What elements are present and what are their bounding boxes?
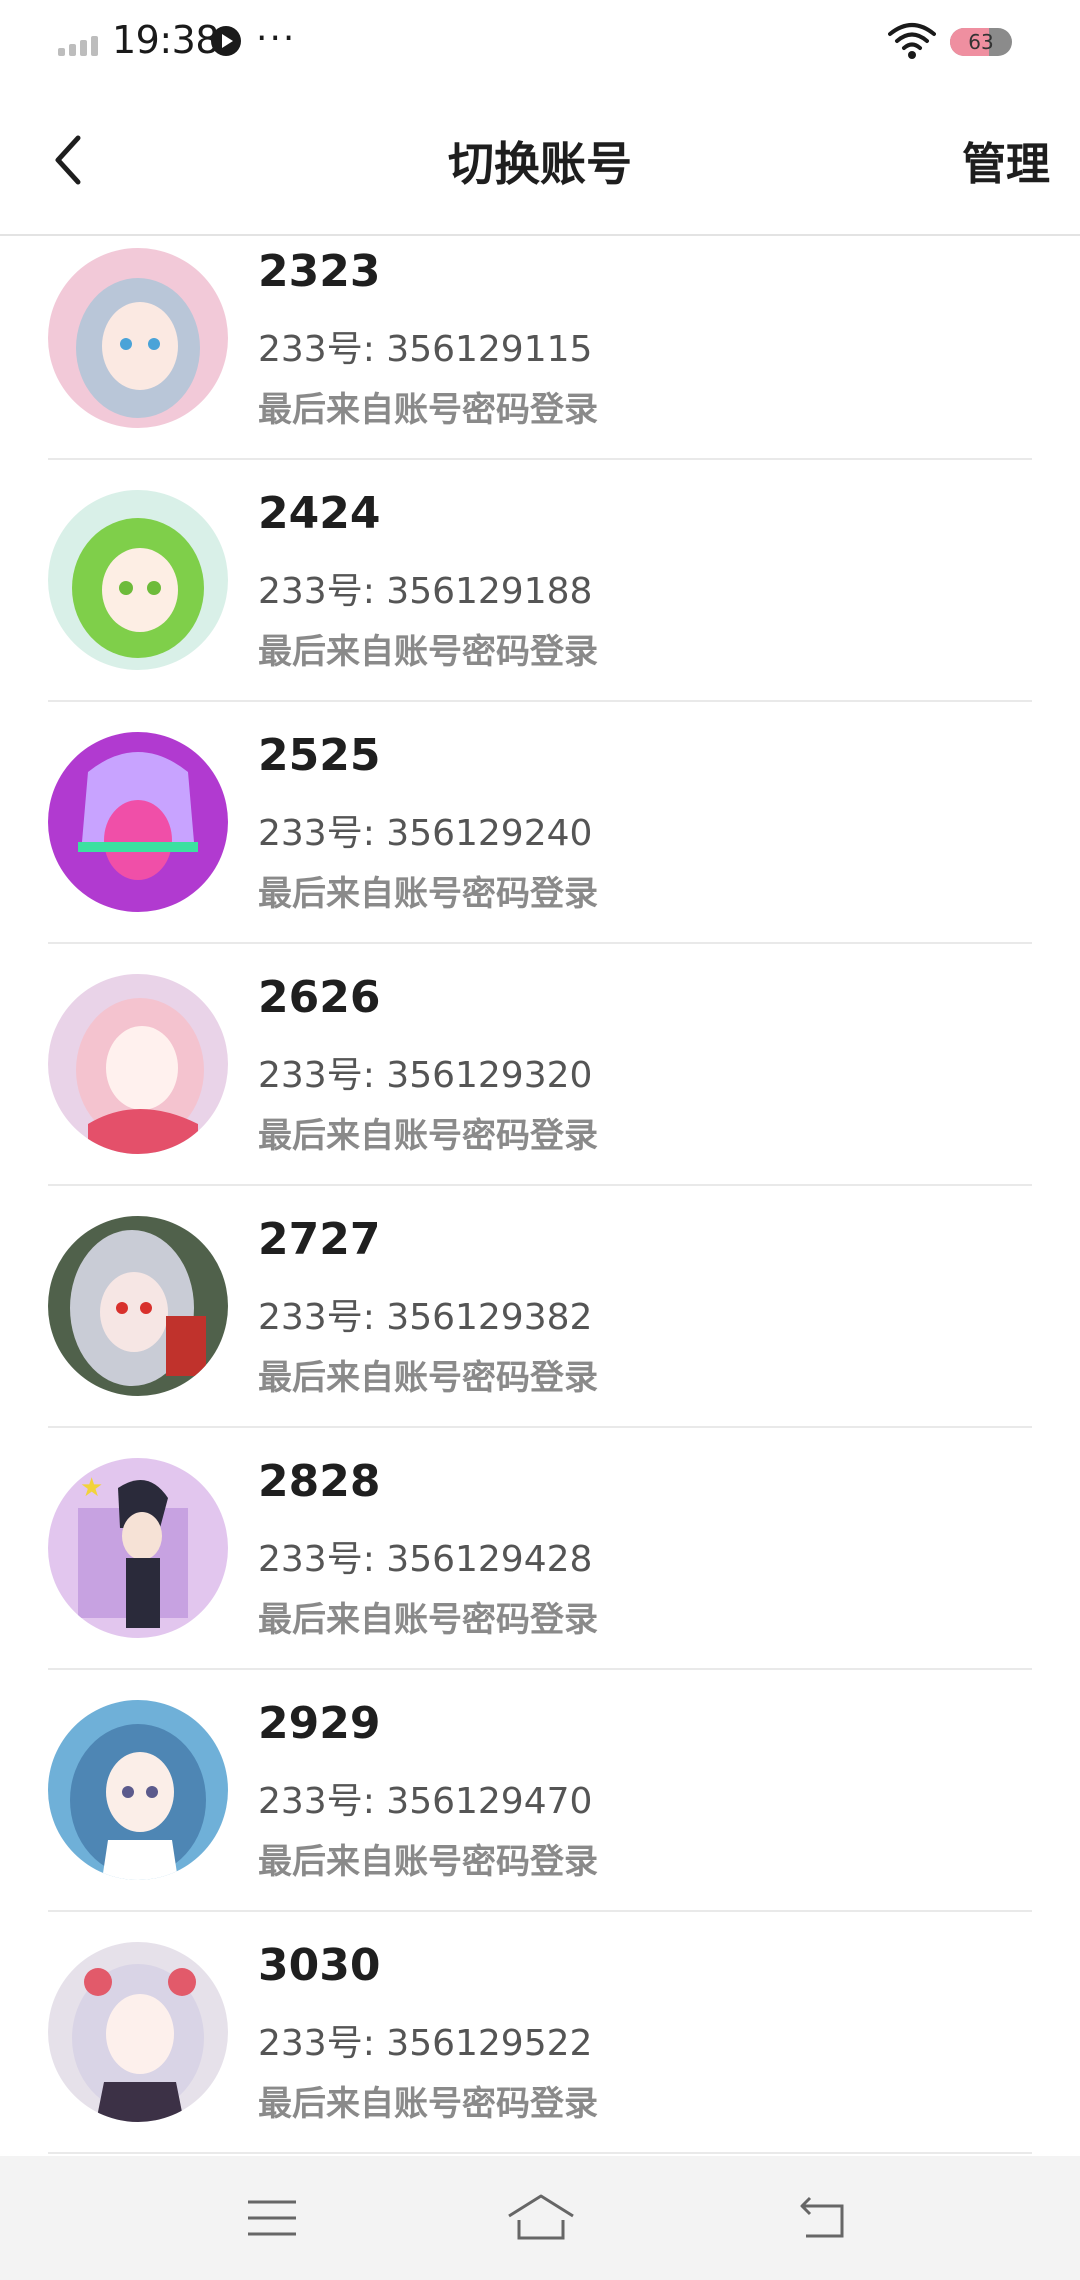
- avatar: [48, 1942, 228, 2122]
- account-name: 2828: [258, 1456, 381, 1507]
- account-item[interactable]: 2424 233号: 356129188 最后来自账号密码登录: [0, 478, 1080, 720]
- home-icon[interactable]: [505, 2186, 577, 2250]
- wifi-icon: [888, 23, 936, 59]
- divider: [48, 1426, 1032, 1428]
- account-name: 2323: [258, 246, 381, 297]
- status-time: 19:38: [112, 18, 220, 62]
- account-id: 233号: 356129240: [258, 813, 593, 854]
- login-method: 最后来自账号密码登录: [258, 1600, 598, 1640]
- menu-icon[interactable]: [240, 2186, 304, 2250]
- avatar: [48, 490, 228, 670]
- account-item[interactable]: 2525 233号: 356129240 最后来自账号密码登录: [0, 720, 1080, 962]
- login-method: 最后来自账号密码登录: [258, 2084, 598, 2124]
- account-item[interactable]: 2323 233号: 356129115 最后来自账号密码登录: [0, 236, 1080, 478]
- divider: [48, 700, 1032, 702]
- account-item[interactable]: 2626 233号: 356129320 最后来自账号密码登录: [0, 962, 1080, 1204]
- account-list: 2323 233号: 356129115 最后来自账号密码登录 2424 233…: [0, 236, 1080, 2156]
- account-name: 2424: [258, 488, 381, 539]
- account-name: 2626: [258, 972, 381, 1023]
- divider: [48, 1668, 1032, 1670]
- divider: [48, 1910, 1032, 1912]
- account-name: 2929: [258, 1698, 381, 1749]
- account-name: 3030: [258, 1940, 381, 1991]
- account-item[interactable]: 2727 233号: 356129382 最后来自账号密码登录: [0, 1204, 1080, 1446]
- login-method: 最后来自账号密码登录: [258, 632, 598, 672]
- avatar: [48, 974, 228, 1154]
- signal-icon: [58, 32, 104, 56]
- account-id: 233号: 356129188: [258, 571, 593, 612]
- account-item[interactable]: 3030 233号: 356129522 最后来自账号密码登录: [0, 1930, 1080, 2156]
- play-icon: [211, 26, 241, 56]
- divider: [48, 2152, 1032, 2154]
- manage-button[interactable]: 管理: [962, 128, 1050, 192]
- more-dots: ···: [256, 18, 297, 59]
- divider: [48, 942, 1032, 944]
- account-id: 233号: 356129470: [258, 1781, 593, 1822]
- divider: [48, 1184, 1032, 1186]
- page-title: 切换账号: [448, 137, 632, 191]
- avatar: [48, 1216, 228, 1396]
- account-id: 233号: 356129320: [258, 1055, 593, 1096]
- avatar: ★: [48, 1458, 228, 1638]
- screen: 19:38 ··· 63 切换账号 管理 2323 233号: 35612911…: [0, 0, 1080, 2280]
- avatar: [48, 1700, 228, 1880]
- nav-bar: 切换账号 管理: [0, 84, 1080, 236]
- account-id: 233号: 356129522: [258, 2023, 593, 2064]
- account-item[interactable]: ★ 2828 233号: 356129428 最后来自账号密码登录: [0, 1446, 1080, 1688]
- login-method: 最后来自账号密码登录: [258, 1842, 598, 1882]
- account-id: 233号: 356129428: [258, 1539, 593, 1580]
- avatar: [48, 248, 228, 428]
- login-method: 最后来自账号密码登录: [258, 874, 598, 914]
- account-id: 233号: 356129115: [258, 329, 593, 370]
- svg-text:★: ★: [80, 1473, 103, 1503]
- login-method: 最后来自账号密码登录: [258, 390, 598, 430]
- status-bar: 19:38 ··· 63: [0, 0, 1080, 84]
- account-name: 2525: [258, 730, 381, 781]
- battery-icon: 63: [950, 28, 1012, 56]
- avatar: [48, 732, 228, 912]
- login-method: 最后来自账号密码登录: [258, 1358, 598, 1398]
- battery-level: 63: [968, 30, 994, 54]
- system-nav-bar: [0, 2156, 1080, 2280]
- account-item[interactable]: 2929 233号: 356129470 最后来自账号密码登录: [0, 1688, 1080, 1930]
- login-method: 最后来自账号密码登录: [258, 1116, 598, 1156]
- account-id: 233号: 356129382: [258, 1297, 593, 1338]
- account-name: 2727: [258, 1214, 381, 1265]
- back-icon[interactable]: [792, 2186, 856, 2250]
- divider: [48, 458, 1032, 460]
